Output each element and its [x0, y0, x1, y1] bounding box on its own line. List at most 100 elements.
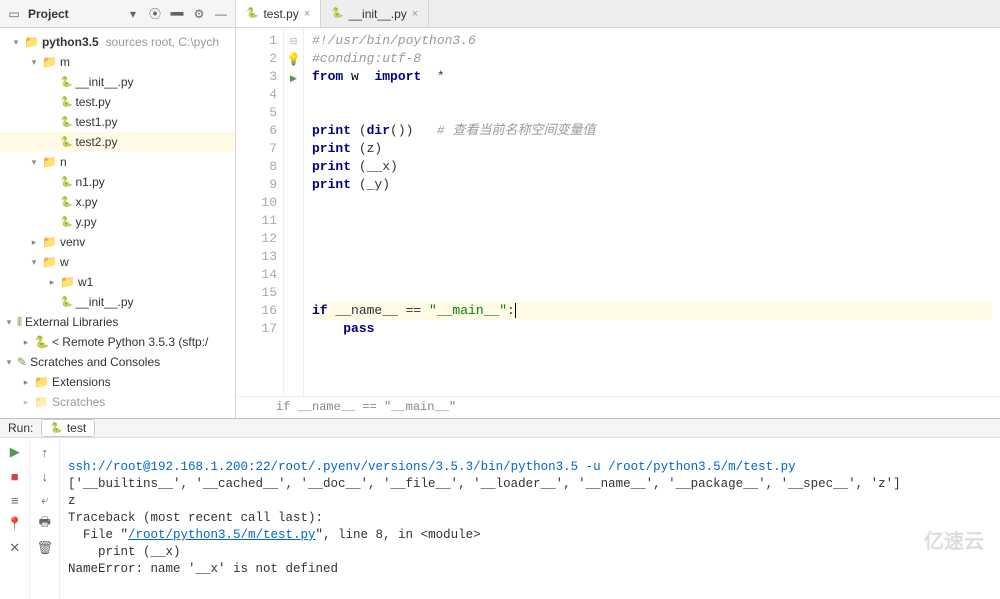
- code-line[interactable]: from w import *: [312, 68, 992, 86]
- console-cmd: ssh://root@192.168.1.200:22/root/.pyenv/…: [68, 460, 796, 474]
- tree-item[interactable]: ▾📁w: [0, 252, 235, 272]
- editor-tabs: 🐍test.py×🐍 __init__.py ×: [236, 0, 1000, 28]
- code-line[interactable]: if __name__ == "__main__":: [312, 302, 992, 320]
- tab-close-icon[interactable]: ×: [412, 8, 418, 20]
- project-sidebar: ▭ Project ▾ ⦿ ➖ ⚙ — ▾ 📁 python3.5 source…: [0, 0, 236, 418]
- code-line[interactable]: print (dir()) # 查看当前名称空间变量值: [312, 122, 992, 140]
- collapse-icon[interactable]: ➖: [169, 6, 185, 22]
- console-line: ['__builtins__', '__cached__', '__doc__'…: [68, 477, 901, 491]
- stop-icon[interactable]: ■: [7, 468, 23, 484]
- run-panel: Run: 🐍 test ▶ ■ ≡ 📍 ✕ ↑ ↓ ⤶ 🖶 🗑 ssh://ro…: [0, 418, 1000, 578]
- pin-icon[interactable]: 📍: [7, 516, 23, 532]
- tree-item-label: m: [60, 55, 70, 69]
- tab-close-icon[interactable]: ×: [304, 8, 310, 20]
- hide-icon[interactable]: —: [213, 6, 229, 22]
- tree-item[interactable]: ▾📁n: [0, 152, 235, 172]
- code-line[interactable]: [312, 284, 992, 302]
- tree-item[interactable]: 🐍test.py: [0, 92, 235, 112]
- breadcrumb[interactable]: if __name__ == "__main__": [236, 396, 1000, 418]
- python-file-icon: 🐍: [60, 77, 72, 88]
- tree-root[interactable]: ▾ 📁 python3.5 sources root, C:\pych: [0, 32, 235, 52]
- code-body[interactable]: #!/usr/bin/poython3.6#conding:utf-8from …: [304, 28, 1000, 396]
- code-line[interactable]: print (z): [312, 140, 992, 158]
- code-area[interactable]: 1234567891011121314151617 ⊟💡▶ #!/usr/bin…: [236, 28, 1000, 396]
- code-line[interactable]: [312, 230, 992, 248]
- python-file-icon: 🐍: [60, 117, 72, 128]
- python-icon: 🐍: [34, 335, 49, 349]
- project-tree[interactable]: ▾ 📁 python3.5 sources root, C:\pych ▾📁m🐍…: [0, 28, 235, 418]
- bulb-icon: 💡: [286, 53, 301, 67]
- folder-icon: 📁: [42, 55, 57, 69]
- tree-item[interactable]: ▸📁venv: [0, 232, 235, 252]
- external-libraries[interactable]: ▾ ⫴ External Libraries: [0, 312, 235, 332]
- run-config-tab[interactable]: 🐍 test: [41, 419, 95, 437]
- editor-tab[interactable]: 🐍__init__.py×: [321, 0, 429, 27]
- run-header: Run: 🐍 test: [0, 419, 1000, 438]
- tree-item[interactable]: 🐍test1.py: [0, 112, 235, 132]
- tree-item[interactable]: 🐍__init__.py: [0, 72, 235, 92]
- python-file-icon: 🐍: [50, 423, 62, 434]
- tree-item[interactable]: 🐍x.py: [0, 192, 235, 212]
- run-toolbar: ▶ ■ ≡ 📍 ✕ ↑ ↓ ⤶ 🖶 🗑: [0, 438, 60, 599]
- close-icon[interactable]: ✕: [7, 540, 23, 556]
- console-error: NameError: name '__x' is not defined: [68, 562, 338, 576]
- code-line[interactable]: [312, 86, 992, 104]
- code-line[interactable]: #conding:utf-8: [312, 50, 992, 68]
- python-file-icon: 🐍: [60, 217, 72, 228]
- code-line[interactable]: pass: [312, 320, 992, 338]
- dropdown-icon[interactable]: ▾: [125, 6, 141, 22]
- console-line: Traceback (most recent call last):: [68, 511, 323, 525]
- tree-item-label: n1.py: [75, 175, 104, 189]
- layout-icon[interactable]: ≡: [7, 492, 23, 508]
- tree-item[interactable]: 🐍test2.py: [0, 132, 235, 152]
- editor-tab[interactable]: 🐍test.py×: [236, 0, 321, 27]
- project-title: Project: [28, 7, 119, 21]
- python-file-icon: 🐍: [60, 197, 72, 208]
- trash-icon[interactable]: 🗑: [37, 540, 53, 556]
- tree-item-label: y.py: [75, 215, 96, 229]
- code-line[interactable]: print (_y): [312, 176, 992, 194]
- tab-label: __init__.py: [349, 7, 407, 21]
- python-file-icon: 🐍: [246, 8, 258, 19]
- python-file-icon: 🐍: [60, 97, 72, 108]
- tree-item[interactable]: 🐍y.py: [0, 212, 235, 232]
- console-line: z: [68, 494, 76, 508]
- tree-item-label: test2.py: [75, 135, 117, 149]
- gutter-icons: ⊟💡▶: [284, 28, 304, 396]
- rerun-icon[interactable]: ▶: [7, 444, 23, 460]
- extensions[interactable]: ▸ 📁 Extensions: [0, 372, 235, 392]
- tree-item-label: x.py: [75, 195, 97, 209]
- tree-item[interactable]: 🐍__init__.py: [0, 292, 235, 312]
- code-line[interactable]: [312, 266, 992, 284]
- down-icon[interactable]: ↓: [37, 468, 53, 484]
- console-line: print (__x): [68, 545, 181, 559]
- folder-icon: 📁: [60, 275, 75, 289]
- gear-icon[interactable]: ⚙: [191, 6, 207, 22]
- code-line[interactable]: [312, 212, 992, 230]
- folder-icon: 📁: [42, 255, 57, 269]
- python-file-icon: 🐍: [60, 177, 72, 188]
- traceback-file-link[interactable]: /root/python3.5/m/test.py: [128, 528, 316, 542]
- scratches-folder[interactable]: ▸ 📁 Scratches: [0, 392, 235, 412]
- tree-item[interactable]: 🐍n1.py: [0, 172, 235, 192]
- code-line[interactable]: print (__x): [312, 158, 992, 176]
- code-line[interactable]: [312, 194, 992, 212]
- remote-python[interactable]: ▸ 🐍 < Remote Python 3.5.3 (sftp:/: [0, 332, 235, 352]
- code-line[interactable]: [312, 248, 992, 266]
- print-icon[interactable]: 🖶: [37, 516, 53, 532]
- tree-item[interactable]: ▾📁m: [0, 52, 235, 72]
- tree-item[interactable]: ▸📁w1: [0, 272, 235, 292]
- up-icon[interactable]: ↑: [37, 444, 53, 460]
- tree-item-label: __init__.py: [75, 75, 133, 89]
- scratches-icon: ✎: [17, 355, 27, 369]
- wrap-icon[interactable]: ⤶: [37, 492, 53, 508]
- code-line[interactable]: #!/usr/bin/poython3.6: [312, 32, 992, 50]
- folder-icon: 📁: [42, 155, 57, 169]
- line-gutter: 1234567891011121314151617: [236, 28, 284, 396]
- scratches-consoles[interactable]: ▾ ✎ Scratches and Consoles: [0, 352, 235, 372]
- tree-item-label: test.py: [75, 95, 110, 109]
- console-output[interactable]: ssh://root@192.168.1.200:22/root/.pyenv/…: [60, 438, 1000, 599]
- python-file-icon: 🐍: [60, 137, 72, 148]
- target-icon[interactable]: ⦿: [147, 6, 163, 22]
- code-line[interactable]: [312, 104, 992, 122]
